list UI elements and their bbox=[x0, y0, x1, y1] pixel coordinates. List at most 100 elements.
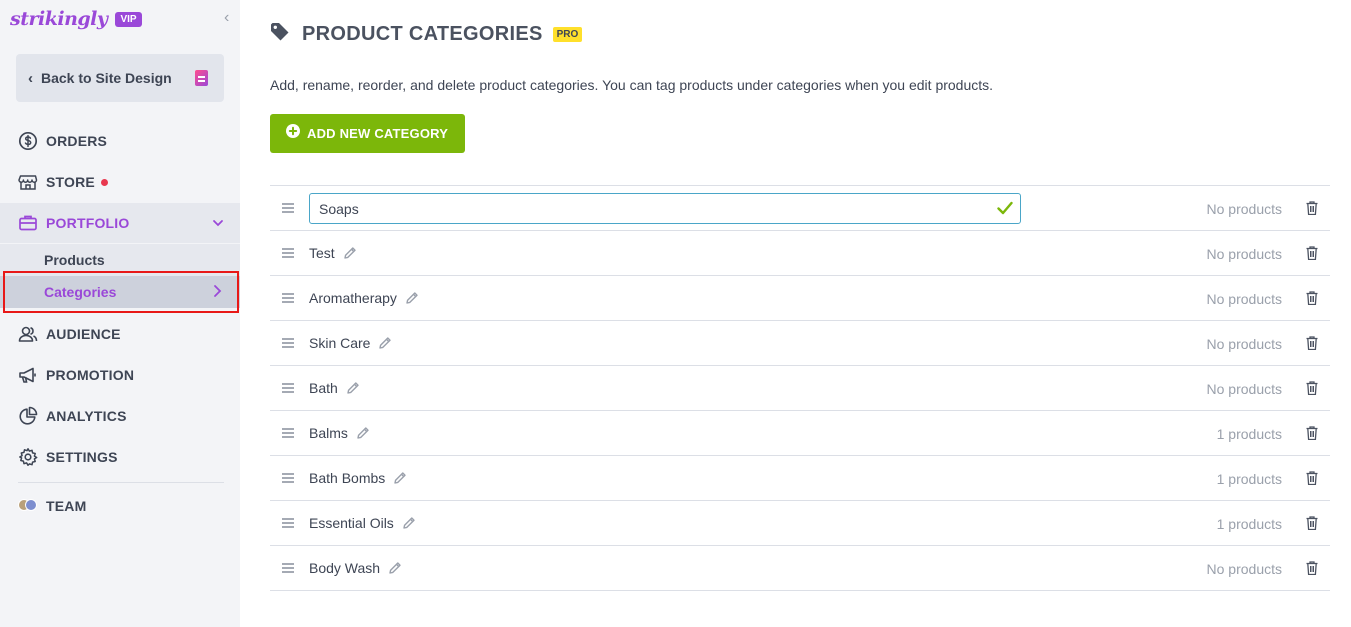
trash-icon[interactable] bbox=[1306, 336, 1318, 351]
drag-handle-icon[interactable] bbox=[282, 563, 294, 573]
back-to-site-design-button[interactable]: ‹ Back to Site Design bbox=[16, 54, 224, 102]
nav-store-label: STORE bbox=[46, 174, 95, 190]
pencil-icon[interactable] bbox=[343, 246, 357, 260]
nav-orders-label: ORDERS bbox=[46, 133, 108, 149]
category-product-count: No products bbox=[1206, 291, 1282, 307]
sidebar-item-categories-label: Categories bbox=[44, 284, 117, 300]
category-name: Balms bbox=[309, 425, 370, 441]
nav-audience[interactable]: AUDIENCE bbox=[0, 314, 240, 354]
category-name: Essential Oils bbox=[309, 515, 416, 531]
chevron-right-icon bbox=[212, 284, 222, 301]
category-name-text: Test bbox=[309, 245, 335, 261]
category-name-text: Essential Oils bbox=[309, 515, 394, 531]
back-button-label: Back to Site Design bbox=[41, 70, 172, 86]
category-product-count: 1 products bbox=[1216, 471, 1282, 487]
category-name-input[interactable] bbox=[309, 193, 1021, 224]
category-name-text: Bath Bombs bbox=[309, 470, 386, 486]
brand: strikingly VIP bbox=[10, 8, 142, 30]
nav-portfolio[interactable]: PORTFOLIO bbox=[0, 203, 240, 243]
collapse-sidebar-icon[interactable]: ‹ bbox=[224, 9, 229, 27]
category-name-text: Bath bbox=[309, 380, 338, 396]
category-row: Skin Care No products bbox=[270, 321, 1330, 366]
page-title: PRODUCT CATEGORIES bbox=[302, 23, 543, 45]
category-row: Balms 1 products bbox=[270, 411, 1330, 456]
drag-handle-icon[interactable] bbox=[282, 383, 294, 393]
trash-icon[interactable] bbox=[1306, 471, 1318, 486]
category-product-count: No products bbox=[1206, 336, 1282, 352]
tag-icon bbox=[270, 22, 290, 47]
people-icon bbox=[18, 324, 38, 344]
drag-handle-icon[interactable] bbox=[282, 473, 294, 483]
pencil-icon[interactable] bbox=[405, 291, 419, 305]
drag-handle-icon[interactable] bbox=[282, 428, 294, 438]
nav-team[interactable]: TEAM bbox=[0, 486, 240, 526]
trash-icon[interactable] bbox=[1306, 561, 1318, 576]
trash-icon[interactable] bbox=[1306, 381, 1318, 396]
nav-settings[interactable]: SETTINGS bbox=[0, 437, 240, 477]
sidebar-item-categories[interactable]: Categories bbox=[0, 276, 240, 308]
category-name: Skin Care bbox=[309, 335, 392, 351]
gear-icon bbox=[18, 447, 38, 467]
category-name: Bath Bombs bbox=[309, 470, 407, 486]
sidebar-item-products[interactable]: Products bbox=[0, 244, 240, 276]
drag-handle-icon[interactable] bbox=[282, 248, 294, 258]
page-header: PRODUCT CATEGORIES PRO bbox=[270, 22, 583, 47]
category-product-count: 1 products bbox=[1216, 516, 1282, 532]
category-row: Bath Bombs 1 products bbox=[270, 456, 1330, 501]
nav-analytics[interactable]: ANALYTICS bbox=[0, 396, 240, 436]
checkmark-icon[interactable] bbox=[997, 201, 1013, 215]
category-name-text: Aromatherapy bbox=[309, 290, 397, 306]
trash-icon[interactable] bbox=[1306, 516, 1318, 531]
pencil-icon[interactable] bbox=[378, 336, 392, 350]
trash-icon[interactable] bbox=[1306, 426, 1318, 441]
pie-chart-icon bbox=[18, 406, 38, 426]
nav-portfolio-label: PORTFOLIO bbox=[46, 215, 130, 231]
document-icon bbox=[195, 70, 208, 86]
category-product-count: No products bbox=[1206, 561, 1282, 577]
category-product-count: No products bbox=[1206, 201, 1282, 217]
trash-icon[interactable] bbox=[1306, 246, 1318, 261]
drag-handle-icon[interactable] bbox=[282, 338, 294, 348]
category-name-text: Body Wash bbox=[309, 560, 381, 576]
briefcase-icon bbox=[18, 213, 38, 233]
add-new-category-label: ADD NEW CATEGORY bbox=[307, 126, 449, 141]
sidebar-divider bbox=[18, 482, 224, 483]
pencil-icon[interactable] bbox=[356, 426, 370, 440]
nav-orders[interactable]: ORDERS bbox=[0, 121, 240, 161]
vip-badge: VIP bbox=[115, 11, 142, 27]
pencil-icon[interactable] bbox=[402, 516, 416, 530]
storefront-icon bbox=[18, 172, 38, 192]
plus-circle-icon bbox=[286, 124, 300, 143]
pencil-icon[interactable] bbox=[393, 471, 407, 485]
main-content: PRODUCT CATEGORIES PRO Add, rename, reor… bbox=[240, 0, 1351, 627]
category-name: Bath bbox=[309, 380, 360, 396]
nav-promotion[interactable]: PROMOTION bbox=[0, 355, 240, 395]
nav-promotion-label: PROMOTION bbox=[46, 367, 135, 383]
nav-team-label: TEAM bbox=[46, 498, 87, 514]
drag-handle-icon[interactable] bbox=[282, 518, 294, 528]
nav-analytics-label: ANALYTICS bbox=[46, 408, 127, 424]
drag-handle-icon[interactable] bbox=[282, 293, 294, 303]
sidebar-item-products-label: Products bbox=[44, 252, 105, 268]
pencil-icon[interactable] bbox=[346, 381, 360, 395]
category-row: Test No products bbox=[270, 231, 1330, 276]
category-product-count: 1 products bbox=[1216, 426, 1282, 442]
sidebar: strikingly VIP ‹ ‹ Back to Site Design O… bbox=[0, 0, 240, 627]
chevron-down-icon bbox=[212, 216, 224, 234]
trash-icon[interactable] bbox=[1306, 201, 1318, 216]
drag-handle-icon[interactable] bbox=[282, 203, 294, 213]
dollar-circle-icon bbox=[18, 131, 38, 151]
pro-badge: PRO bbox=[552, 27, 583, 42]
category-name: Test bbox=[309, 245, 357, 261]
category-row: Body Wash No products bbox=[270, 546, 1330, 591]
nav-store[interactable]: STORE bbox=[0, 162, 240, 202]
nav-audience-label: AUDIENCE bbox=[46, 326, 121, 342]
team-avatars-icon bbox=[18, 496, 38, 516]
add-new-category-button[interactable]: ADD NEW CATEGORY bbox=[270, 114, 465, 153]
category-row: No products bbox=[270, 186, 1330, 231]
category-name-text: Balms bbox=[309, 425, 348, 441]
strikingly-logo[interactable]: strikingly bbox=[10, 8, 108, 30]
category-row: Bath No products bbox=[270, 366, 1330, 411]
trash-icon[interactable] bbox=[1306, 291, 1318, 306]
pencil-icon[interactable] bbox=[388, 561, 402, 575]
